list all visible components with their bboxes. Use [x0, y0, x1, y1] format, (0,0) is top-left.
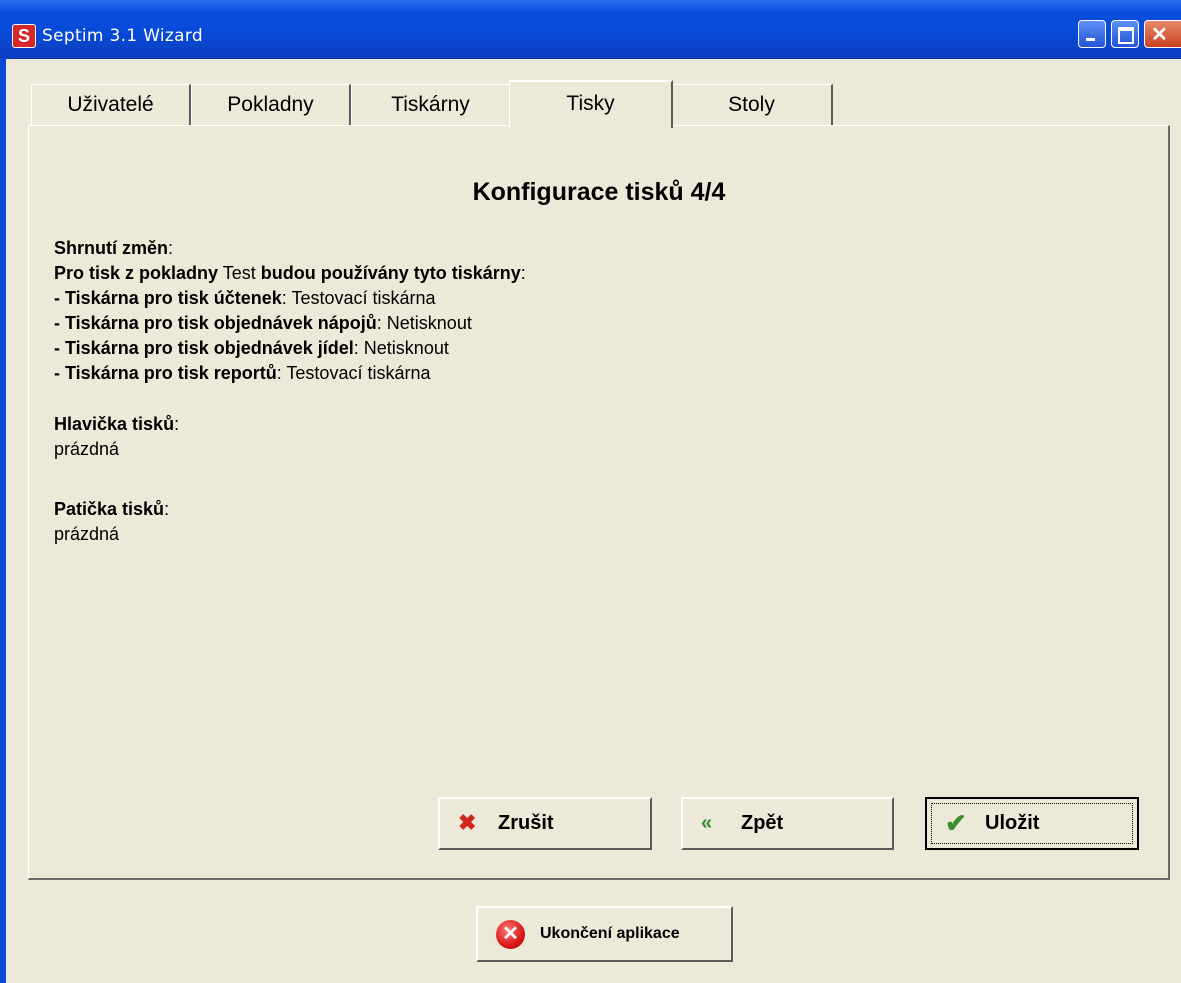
printer-label: - Tiskárna pro tisk objednávek nápojů: [54, 313, 377, 333]
footer-label: Patička tisků: [54, 499, 165, 519]
exit-label: Ukončení aplikace: [540, 925, 680, 942]
printer-label: - Tiskárna pro tisk reportů: [54, 363, 277, 383]
printer-value: Testovací tiskárna: [286, 363, 431, 383]
summary-label: Shrnutí změn: [54, 238, 169, 258]
close-circle-icon: ✕: [496, 920, 525, 949]
printer-value: Testovací tiskárna: [291, 288, 436, 308]
header-label: Hlavička tisků: [54, 414, 175, 434]
close-icon[interactable]: [1144, 20, 1181, 48]
printer-value: Netisknout: [386, 313, 472, 333]
window-title: Septim 3.1 Wizard: [42, 26, 203, 46]
intro-prefix: Pro tisk z pokladny: [54, 263, 219, 283]
footer-value: prázdná: [54, 524, 120, 544]
tab-stoly[interactable]: Stoly: [671, 84, 833, 126]
tab-pokladny[interactable]: Pokladny: [191, 84, 351, 126]
summary-text: Shrnutí změn: Pro tisk z pokladny Test b…: [54, 238, 526, 544]
printer-label: - Tiskárna pro tisk objednávek jídel: [54, 338, 354, 358]
page-title: Konfigurace tisků 4/4: [472, 178, 726, 206]
tab-tisky[interactable]: Tisky: [509, 80, 673, 128]
maximize-icon[interactable]: [1111, 20, 1139, 48]
double-chevron-left-icon: «: [701, 812, 713, 834]
app-icon: S: [12, 24, 36, 48]
save-button[interactable]: ✔ Uložit: [925, 797, 1139, 850]
register-name: Test: [222, 263, 256, 283]
minimize-icon[interactable]: [1078, 20, 1106, 48]
cancel-label: Zrušit: [498, 812, 554, 834]
back-button[interactable]: « Zpět: [681, 797, 894, 850]
printer-value: Netisknout: [363, 338, 449, 358]
printer-label: - Tiskárna pro tisk účtenek: [54, 288, 282, 308]
cancel-button[interactable]: ✖ Zrušit: [438, 797, 652, 850]
title-bar[interactable]: S Septim 3.1 Wizard: [0, 0, 1181, 59]
tab-tiskarny[interactable]: Tiskárny: [351, 84, 511, 126]
checkmark-icon: ✔: [945, 808, 967, 838]
exit-application-button[interactable]: ✕ Ukončení aplikace: [476, 906, 733, 962]
x-icon: ✖: [458, 810, 477, 835]
tab-uzivatele[interactable]: Uživatelé: [31, 84, 191, 126]
header-value: prázdná: [54, 439, 120, 459]
back-label: Zpět: [741, 812, 784, 834]
save-label: Uložit: [985, 812, 1040, 834]
intro-suffix: budou používány tyto tiskárny: [260, 263, 521, 283]
